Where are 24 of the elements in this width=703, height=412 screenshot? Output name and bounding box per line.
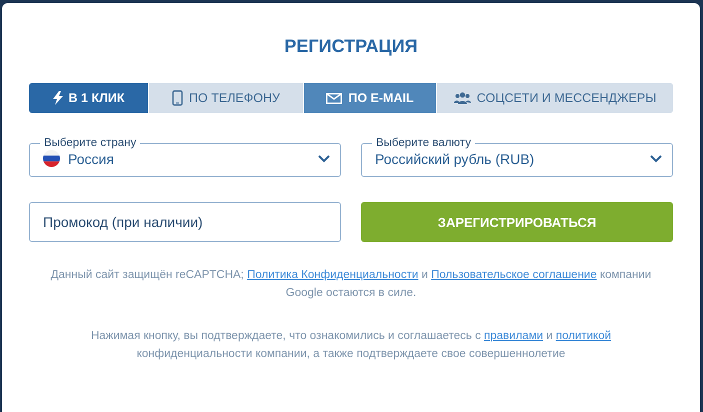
field-label: Выберите страну [43,137,138,149]
chevron-icon [650,154,662,162]
chevron-icon [318,154,330,162]
currency-select[interactable]: Выберите валюту Российский рубль (RUB) [361,137,673,177]
country-select[interactable]: Выберите страну Россия [29,137,341,177]
promo-code-field[interactable]: Промокод (при наличии) [29,202,341,242]
people-icon [454,92,471,104]
notice-link[interactable]: Пользовательское соглашение [431,269,597,281]
registration-tab[interactable]: В 1 КЛИК [29,83,149,113]
notice-link[interactable]: правилами [484,330,544,342]
field-label: Выберите валюту [375,137,472,149]
select-value: Россия [68,150,115,166]
lightning-icon [52,91,63,105]
registration-tab[interactable]: ПО E-MAIL [304,83,437,113]
notice-text: Данный сайт защищён reCAPTCHA; Политика Конфиденциальности и Пользовательское соглашение компании Google остаются в силе. [50,268,652,301]
notice-link[interactable]: Политика Конфиденциальности [247,269,418,281]
register-button[interactable]: ЗАРЕГИСТРИРОВАТЬСЯ [361,202,673,242]
notice-text: Нажимая кнопку, вы подтверждаете, что ознакомились и соглашаетесь с правилами и политикой конфиденциальности компании, а также подтверждаете свое совершеннолетие [90,329,612,362]
notice-link[interactable]: политикой [556,330,612,342]
phone-icon [172,90,184,106]
dialog-title: РЕГИСТРАЦИЯ [283,36,419,56]
envelope-icon [326,92,342,104]
select-value: Российский рубль (RUB) [375,150,536,166]
flag-icon [43,150,60,167]
